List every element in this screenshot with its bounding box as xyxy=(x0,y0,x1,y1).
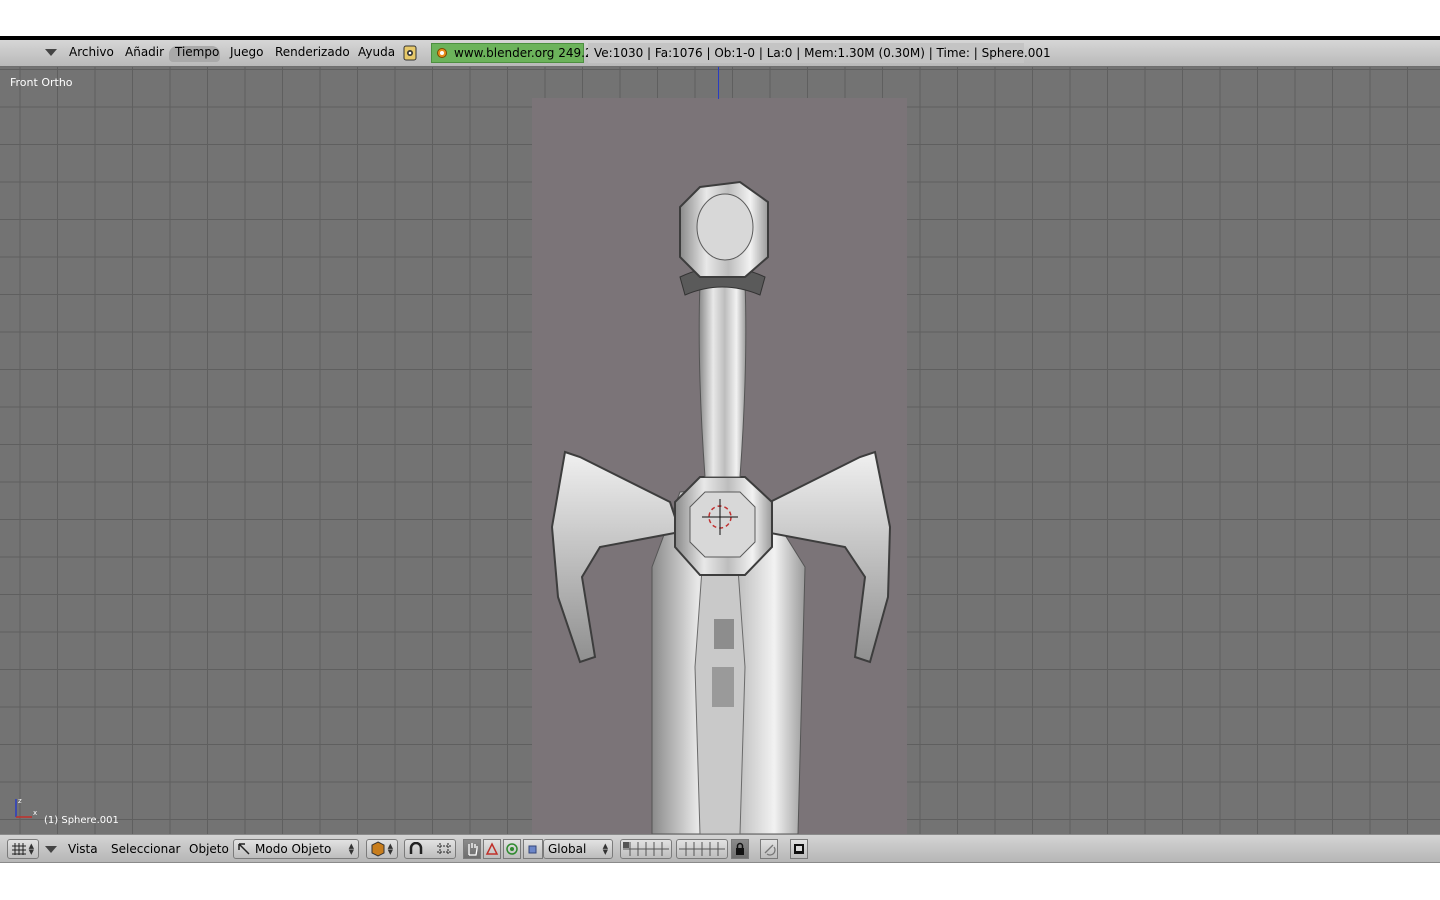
menu-ayuda[interactable]: Ayuda xyxy=(358,45,395,60)
menu-juego[interactable]: Juego xyxy=(230,45,264,60)
scale-button[interactable] xyxy=(503,839,521,859)
mode-select-value: Modo Objeto xyxy=(255,842,332,856)
axis-gizmo-icon: z x xyxy=(15,797,37,818)
lock-button[interactable] xyxy=(731,839,749,859)
menu-tiempo[interactable]: Tiempo xyxy=(175,45,219,60)
pivot-button[interactable] xyxy=(404,839,456,859)
blue-square-icon xyxy=(528,845,537,854)
menu-collapse-icon[interactable] xyxy=(45,846,57,853)
sword-model[interactable] xyxy=(540,107,900,834)
updown-arrows-icon: ▲ ▼ xyxy=(602,842,608,856)
shading-mode-icon xyxy=(371,841,385,857)
blender-url-box[interactable]: www.blender.org 249.2 xyxy=(431,43,593,63)
scene-stats: Ve:1030 | Fa:1076 | Ob:1-0 | La:0 | Mem:… xyxy=(588,43,1051,63)
magnet-pivot-icon xyxy=(409,842,423,854)
layers-block-2[interactable] xyxy=(676,839,728,859)
scene-stats-text: Ve:1030 | Fa:1076 | Ob:1-0 | La:0 | Mem:… xyxy=(594,46,1051,60)
menu-collapse-icon[interactable] xyxy=(45,49,57,56)
bottom-header: ▲ ▼ Vista Seleccionar Objeto Modo Objeto … xyxy=(0,834,1440,863)
scale-circle-icon xyxy=(506,843,518,855)
hand-grab-icon xyxy=(468,843,478,856)
menu-renderizado[interactable]: Renderizado xyxy=(275,45,350,60)
menu-archivo[interactable]: Archivo xyxy=(69,45,114,60)
menu-anadir[interactable]: Añadir xyxy=(125,45,164,60)
updown-arrows-icon: ▲ ▼ xyxy=(387,842,393,856)
orientation-select[interactable]: Global ▲ ▼ xyxy=(543,839,613,859)
rotate-triangle-icon xyxy=(485,842,499,855)
camera-icon xyxy=(794,844,804,854)
layers-block-1[interactable] xyxy=(620,839,672,859)
render-button[interactable] xyxy=(760,839,778,859)
blender-logo-icon[interactable] xyxy=(401,44,419,62)
rotate-button[interactable] xyxy=(483,839,501,859)
view-name-label: Front Ortho xyxy=(10,76,73,89)
blender-logo-icon xyxy=(437,48,447,58)
menu-objeto[interactable]: Objeto xyxy=(189,842,229,856)
grid-view-icon xyxy=(12,843,26,855)
render-icon xyxy=(764,844,776,856)
orientation-value: Global xyxy=(548,842,587,856)
hand-grab-button[interactable] xyxy=(463,839,481,859)
object-mode-icon xyxy=(238,843,250,855)
mode-select[interactable]: Modo Objeto ▲ ▼ xyxy=(233,839,359,859)
manipulator-icon xyxy=(437,843,451,855)
menu-seleccionar[interactable]: Seleccionar xyxy=(111,842,180,856)
active-object-label: (1) Sphere.001 xyxy=(44,815,119,826)
manipulator-toggle[interactable] xyxy=(523,839,543,859)
camera-button[interactable] xyxy=(790,839,808,859)
layer-grid-icon xyxy=(679,842,725,856)
lock-icon xyxy=(736,842,744,855)
menu-vista[interactable]: Vista xyxy=(68,842,98,856)
axis-z-label: z xyxy=(18,797,22,805)
updown-arrows-icon: ▲ ▼ xyxy=(28,842,34,856)
window-border-bottom xyxy=(0,862,1440,863)
z-axis-line xyxy=(718,67,719,99)
blender-version-text: www.blender.org 249.2 xyxy=(454,46,593,60)
updown-arrows-icon: ▲ ▼ xyxy=(348,842,354,856)
shading-mode-button[interactable]: ▲ ▼ xyxy=(366,839,398,859)
3d-viewport[interactable]: Front Ortho z x (1) Sphere.001 xyxy=(0,67,1440,834)
layer-grid-icon xyxy=(623,842,669,856)
axis-x-label: x xyxy=(33,809,37,817)
editor-type-button[interactable]: ▲ ▼ xyxy=(7,839,39,859)
